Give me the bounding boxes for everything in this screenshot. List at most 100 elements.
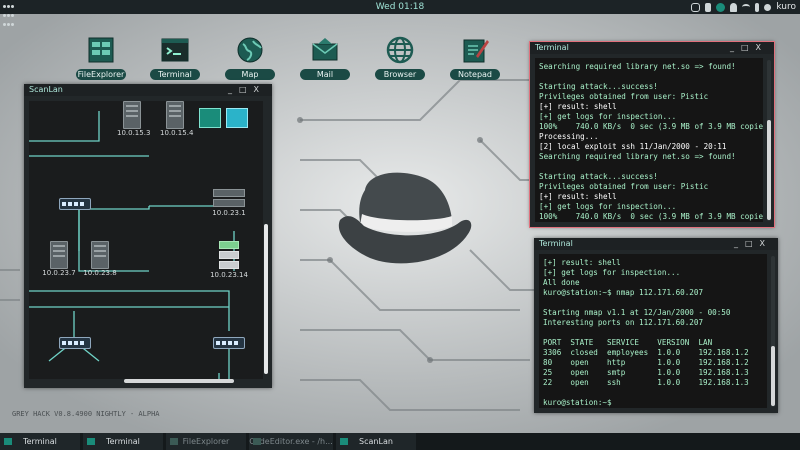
desktop-icon-file-explorer[interactable]: FileExplorer bbox=[76, 36, 126, 80]
scrollbar-thumb[interactable] bbox=[767, 120, 771, 220]
terminal-line: [+] result: shell bbox=[539, 102, 617, 111]
desktop-icon-map[interactable]: Map bbox=[225, 36, 275, 80]
terminal-line: Starting attack...success! bbox=[539, 82, 658, 91]
top-bar: Wed 01:18 kuro bbox=[0, 0, 800, 26]
taskbar-label: ScanLan bbox=[359, 437, 393, 446]
desktop-icon-label: Browser bbox=[375, 69, 425, 80]
system-tray: kuro bbox=[691, 1, 796, 13]
node-ip: 10.0.23.14 bbox=[210, 271, 248, 279]
terminal-line: 100% 740.0 KB/s 0 sec (3.9 MB of 3.9 MB … bbox=[539, 122, 763, 131]
vertical-scrollbar[interactable] bbox=[264, 224, 268, 374]
desktop-icon-mail[interactable]: Mail bbox=[300, 36, 350, 80]
battery-icon[interactable] bbox=[705, 2, 712, 12]
taskbar-item-code-editor[interactable]: CodeEditor.exe - /h... bbox=[249, 433, 333, 450]
terminal-window-2: Terminal _□X [+] result: shell [+] get lo… bbox=[534, 238, 778, 413]
window-titlebar[interactable]: Terminal _□X bbox=[534, 238, 778, 250]
terminal-line: Interesting ports on 112.171.60.207 bbox=[543, 318, 704, 327]
minimize-icon[interactable]: _ bbox=[734, 239, 745, 248]
speaker-icon[interactable] bbox=[755, 2, 760, 12]
switch-icon[interactable] bbox=[59, 198, 91, 210]
server-icon bbox=[123, 101, 141, 129]
terminal-line: [+] get logs for inspection... bbox=[539, 202, 677, 211]
terminal-output[interactable]: [+] result: shell [+] get logs for inspec… bbox=[539, 254, 767, 408]
gear-icon[interactable] bbox=[716, 2, 726, 12]
maximize-icon[interactable]: □ bbox=[741, 43, 756, 52]
desktop-icon-label: Notepad bbox=[450, 69, 500, 80]
terminal-line: [+] get logs for inspection... bbox=[543, 268, 681, 277]
vertical-scrollbar[interactable] bbox=[767, 60, 771, 221]
bell-icon[interactable] bbox=[730, 2, 738, 12]
window-controls: _□X bbox=[734, 238, 772, 250]
taskbar: Terminal Terminal FileExplorer CodeEdito… bbox=[0, 433, 800, 450]
desktop-icon-label: FileExplorer bbox=[76, 69, 126, 80]
scanlan-window: ScanLan _□X 10.0.15.3 10.0.15.4 10.0.23.… bbox=[24, 84, 272, 388]
user-icon[interactable] bbox=[764, 3, 772, 11]
desktop-icon-notepad[interactable]: Notepad bbox=[450, 36, 500, 80]
switch-icon[interactable] bbox=[59, 337, 91, 349]
terminal-line: PORT STATE SERVICE VERSION LAN bbox=[543, 338, 713, 347]
scanlan-icon bbox=[340, 438, 348, 445]
terminal-output[interactable]: Searching required library net.so => fou… bbox=[535, 58, 763, 222]
switch-icon[interactable] bbox=[213, 337, 245, 349]
terminal-line: 80 open http 1.0.0 192.168.1.2 bbox=[543, 358, 749, 367]
node-10-0-23-8[interactable]: 10.0.23.8 bbox=[82, 241, 118, 277]
scrollbar-thumb[interactable] bbox=[771, 346, 775, 406]
desktop-icon-terminal[interactable]: Terminal bbox=[150, 36, 200, 80]
terminal-line: Searching required library net.so => fou… bbox=[539, 152, 736, 161]
horizontal-scrollbar[interactable] bbox=[124, 379, 234, 383]
router-icon[interactable] bbox=[199, 108, 221, 128]
taskbar-item-scanlan[interactable]: ScanLan bbox=[336, 433, 416, 450]
node-ip: 10.0.15.3 bbox=[117, 129, 151, 137]
shield-icon[interactable] bbox=[691, 2, 701, 12]
window-titlebar[interactable]: Terminal _□X bbox=[530, 42, 774, 54]
file-explorer-icon bbox=[88, 37, 114, 63]
terminal-line: [2] local exploit ssh 11/Jan/2000 - 20:1… bbox=[539, 142, 727, 151]
node-10-0-23-7[interactable]: 10.0.23.7 bbox=[41, 241, 77, 277]
taskbar-label: Terminal bbox=[106, 437, 140, 446]
node-10-0-23-1[interactable]: 10.0.23.1 bbox=[209, 189, 249, 217]
taskbar-label: FileExplorer bbox=[182, 437, 230, 446]
wifi-icon[interactable] bbox=[742, 4, 751, 10]
window-titlebar[interactable]: ScanLan _□X bbox=[24, 84, 272, 96]
terminal-line: Processing... bbox=[539, 132, 599, 141]
file-explorer-icon bbox=[170, 438, 178, 445]
terminal-line: [+] result: shell bbox=[539, 192, 617, 201]
close-icon[interactable]: X bbox=[760, 239, 772, 248]
node-10-0-15-3[interactable]: 10.0.15.3 bbox=[117, 101, 151, 137]
scrollbar-thumb[interactable] bbox=[264, 224, 268, 374]
taskbar-item-file-explorer[interactable]: FileExplorer bbox=[166, 433, 246, 450]
window-controls: _□X bbox=[228, 84, 266, 96]
desktop-icon-label: Mail bbox=[300, 69, 350, 80]
minimize-icon[interactable]: _ bbox=[228, 85, 239, 94]
node-ip: 10.0.15.4 bbox=[160, 129, 194, 137]
terminal-line: 25 open smtp 1.0.0 192.168.1.3 bbox=[543, 368, 749, 377]
close-icon[interactable]: X bbox=[254, 85, 266, 94]
desktop-icon-browser[interactable]: Browser bbox=[375, 36, 425, 80]
maximize-icon[interactable]: □ bbox=[745, 239, 760, 248]
taskbar-item-terminal[interactable]: Terminal bbox=[83, 433, 163, 450]
network-map: 10.0.15.3 10.0.15.4 10.0.23.1 10.0.23.14… bbox=[29, 101, 263, 379]
firewall-icon[interactable] bbox=[226, 108, 248, 128]
minimize-icon[interactable]: _ bbox=[730, 43, 741, 52]
terminal-line: [+] result: shell bbox=[543, 258, 621, 267]
terminal-line: 100% 740.0 KB/s 0 sec (3.9 MB of 3.9 MB … bbox=[539, 212, 763, 221]
taskbar-item-terminal[interactable]: Terminal bbox=[0, 433, 80, 450]
terminal-line: kuro@station:~$ nmap 112.171.60.207 bbox=[543, 288, 704, 297]
terminal-line: Starting attack...success! bbox=[539, 172, 658, 181]
node-ip: 10.0.23.8 bbox=[83, 269, 117, 277]
maximize-icon[interactable]: □ bbox=[239, 85, 254, 94]
close-icon[interactable]: X bbox=[756, 43, 768, 52]
node-10-0-15-4[interactable]: 10.0.15.4 bbox=[160, 101, 194, 137]
username: kuro bbox=[776, 2, 796, 12]
window-controls: _□X bbox=[730, 42, 768, 54]
node-10-0-23-14[interactable]: 10.0.23.14 bbox=[209, 241, 249, 279]
terminal-line: kuro@station:~$ bbox=[543, 398, 612, 407]
mail-icon bbox=[312, 38, 338, 61]
vertical-scrollbar[interactable] bbox=[771, 256, 775, 407]
terminal-line: Privileges obtained from user: Pistic bbox=[539, 92, 709, 101]
